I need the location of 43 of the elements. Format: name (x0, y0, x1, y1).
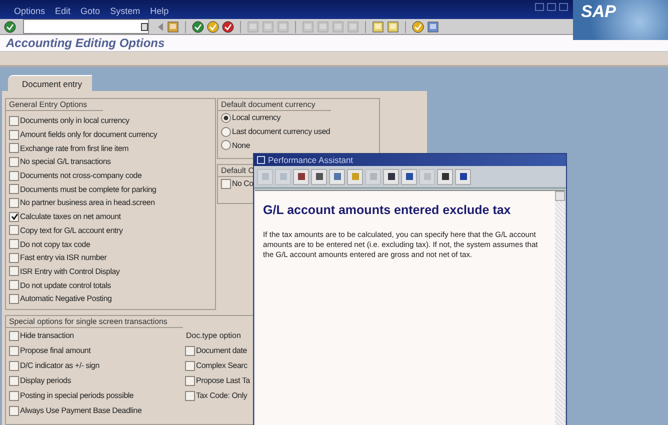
help-heading: G/L account amounts entered exclude tax (263, 203, 512, 217)
scroll-up-button[interactable] (555, 191, 565, 201)
popup-title: Performance Assistant (268, 155, 354, 165)
checkbox[interactable] (9, 116, 19, 126)
checkbox[interactable] (9, 225, 19, 236)
checkbox[interactable] (9, 294, 19, 304)
checkbox[interactable] (185, 346, 195, 356)
checkbox[interactable] (9, 360, 19, 371)
checkbox[interactable] (221, 178, 231, 189)
back-triangle-icon[interactable] (158, 22, 164, 31)
tab[interactable]: Document entry (8, 75, 92, 92)
command-field[interactable] (23, 19, 149, 34)
radio-button[interactable] (221, 126, 231, 137)
menu-item[interactable]: Options (14, 6, 46, 16)
checkbox[interactable] (9, 239, 19, 250)
menu-item[interactable]: System (110, 6, 140, 16)
checkbox[interactable] (185, 360, 195, 371)
radio-button[interactable] (221, 140, 231, 150)
menu-item[interactable]: Goto (80, 6, 100, 16)
checkbox[interactable] (9, 346, 19, 356)
menu-item[interactable]: Help (150, 6, 169, 16)
checkbox[interactable] (9, 390, 19, 401)
checkbox[interactable] (9, 330, 19, 341)
scrollbar[interactable] (555, 191, 565, 425)
radio-button[interactable] (221, 112, 231, 123)
checkbox[interactable] (9, 212, 19, 222)
checkbox[interactable] (9, 266, 19, 276)
checkbox[interactable] (9, 170, 19, 181)
checkbox[interactable] (9, 252, 19, 263)
checkbox[interactable] (9, 156, 19, 167)
menu-item[interactable]: Edit (55, 6, 71, 16)
checkbox[interactable] (9, 143, 19, 154)
checkbox[interactable] (9, 280, 19, 290)
screen-title: Accounting Editing Options (6, 36, 165, 50)
checkbox[interactable] (9, 406, 19, 416)
checkbox[interactable] (185, 376, 195, 386)
checkmark-icon[interactable] (4, 20, 16, 33)
logo-text: SAP (581, 2, 616, 23)
checkbox[interactable] (9, 376, 19, 386)
checkbox[interactable] (185, 390, 195, 401)
checkbox[interactable] (9, 184, 19, 194)
checkbox[interactable] (9, 130, 19, 140)
checkbox[interactable] (9, 198, 19, 208)
